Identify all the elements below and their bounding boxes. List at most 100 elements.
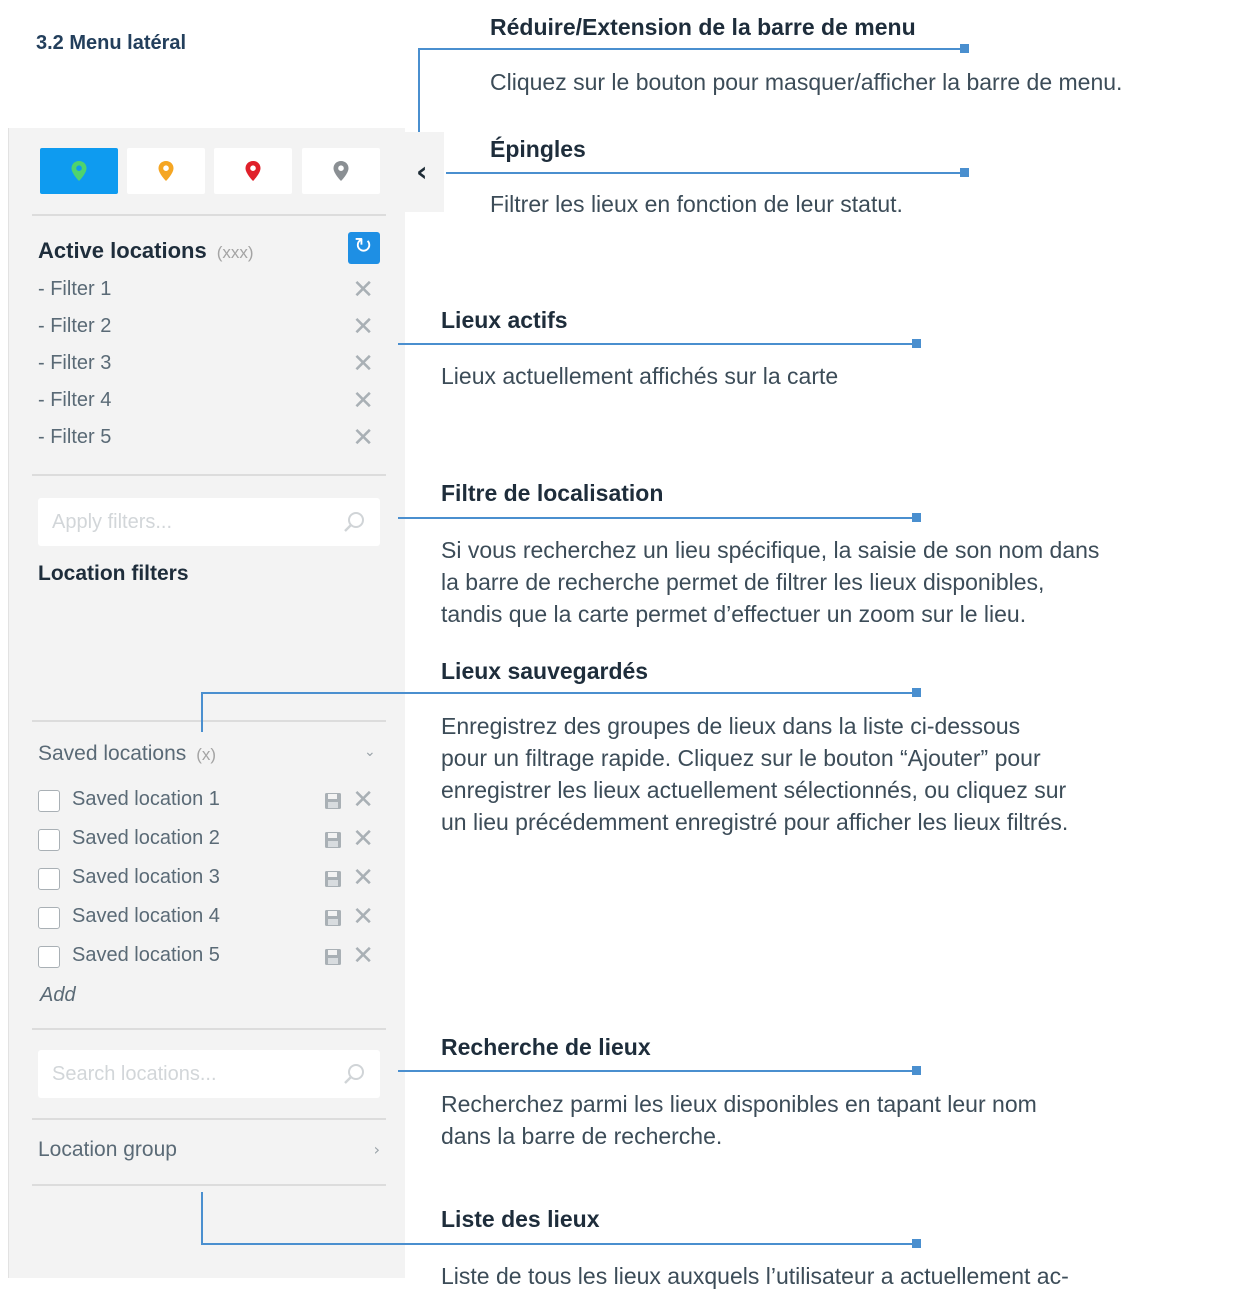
saved-location-row: Saved location 5 ✕ <box>38 941 378 974</box>
divider <box>32 1028 386 1030</box>
divider <box>32 474 386 476</box>
callout-line <box>418 48 964 50</box>
callout-line <box>201 1243 918 1245</box>
annotation-saved-title: Lieux sauvegardés <box>441 658 649 684</box>
callout-dot <box>912 1239 921 1248</box>
callout-dot <box>960 44 969 53</box>
annotation-pins-text: Filtrer les lieux en fonction de leur st… <box>490 191 903 217</box>
callout-dot <box>912 339 921 348</box>
apply-filters-input[interactable]: Apply filters... <box>38 498 380 546</box>
section-title: 3.2 Menu latéral <box>36 32 187 54</box>
save-icon[interactable] <box>324 831 342 849</box>
saved-location-row: Saved location 4 ✕ <box>38 902 378 935</box>
refresh-button[interactable]: ↻ <box>348 232 380 264</box>
callout-dot <box>912 513 921 522</box>
location-group-row[interactable]: Location group › <box>38 1138 380 1162</box>
annotation-list-title: Liste des lieux <box>441 1206 600 1232</box>
collapse-sidebar-button[interactable]: ‹ <box>404 132 444 212</box>
annotation-location-filter-line: Si vous recherchez un lieu spécifique, l… <box>441 537 1100 563</box>
saved-location-label[interactable]: Saved location 5 <box>72 944 220 967</box>
yellow-pin-icon <box>158 161 174 181</box>
active-filter-row: - Filter 2 ✕ <box>38 312 378 345</box>
saved-location-label[interactable]: Saved location 1 <box>72 788 220 811</box>
add-saved-location-link[interactable]: Add <box>40 984 76 1007</box>
pin-filter-grey[interactable] <box>302 148 380 194</box>
divider <box>32 1118 386 1120</box>
annotation-pins-title: Épingles <box>490 136 586 162</box>
chevron-left-icon: ‹ <box>416 155 428 188</box>
callout-line <box>398 517 918 519</box>
saved-location-checkbox[interactable] <box>38 829 60 851</box>
annotation-search-line: dans la barre de recherche. <box>441 1123 723 1149</box>
annotation-saved-line: un lieu précédemment enregistré pour aff… <box>441 809 1069 835</box>
annotation-search-line: Recherchez parmi les lieux disponibles e… <box>441 1091 1037 1117</box>
divider <box>32 1184 386 1186</box>
annotation-list-text: Liste de tous les lieux auxquels l’utili… <box>441 1263 1069 1289</box>
callout-dot <box>912 688 921 697</box>
callout-line <box>201 692 918 694</box>
pin-filter-green[interactable] <box>40 148 118 194</box>
saved-location-checkbox[interactable] <box>38 790 60 812</box>
annotation-location-filter-line: la barre de recherche permet de filtrer … <box>441 569 1045 595</box>
saved-location-label[interactable]: Saved location 4 <box>72 905 220 928</box>
active-locations-heading: Active locations (xxx) <box>38 238 254 264</box>
callout-line <box>398 343 918 345</box>
remove-filter-icon[interactable]: ✕ <box>352 423 374 453</box>
callout-line <box>418 48 420 132</box>
chevron-right-icon: › <box>373 1140 380 1159</box>
filter-label: - Filter 4 <box>38 389 112 411</box>
search-locations-input[interactable]: Search locations... <box>38 1050 380 1098</box>
location-filters-heading: Location filters <box>38 562 189 585</box>
delete-icon[interactable]: ✕ <box>352 941 374 971</box>
annotation-saved-line: pour un filtrage rapide. Cliquez sur le … <box>441 745 1041 771</box>
saved-locations-heading[interactable]: Saved locations (x) <box>38 742 216 766</box>
green-pin-icon <box>71 161 87 181</box>
divider <box>32 720 386 722</box>
callout-line <box>201 692 203 732</box>
saved-location-checkbox[interactable] <box>38 907 60 929</box>
callout-dot <box>912 1066 921 1075</box>
saved-location-row: Saved location 1 ✕ <box>38 785 378 818</box>
pin-filter-yellow[interactable] <box>127 148 205 194</box>
save-icon[interactable] <box>324 792 342 810</box>
saved-location-label[interactable]: Saved location 2 <box>72 827 220 850</box>
remove-filter-icon[interactable]: ✕ <box>352 349 374 379</box>
annotation-search-title: Recherche de lieux <box>441 1034 651 1060</box>
annotation-active-title: Lieux actifs <box>441 307 568 333</box>
saved-location-checkbox[interactable] <box>38 868 60 890</box>
search-icon <box>344 512 364 532</box>
delete-icon[interactable]: ✕ <box>352 863 374 893</box>
delete-icon[interactable]: ✕ <box>352 785 374 815</box>
search-locations-placeholder: Search locations... <box>52 1063 217 1085</box>
annotation-location-filter-title: Filtre de localisation <box>441 480 664 506</box>
remove-filter-icon[interactable]: ✕ <box>352 386 374 416</box>
delete-icon[interactable]: ✕ <box>352 902 374 932</box>
pin-filter-red[interactable] <box>214 148 292 194</box>
callout-line <box>446 172 964 174</box>
callout-line <box>398 1070 918 1072</box>
saved-locations-count: (x) <box>196 745 217 764</box>
active-locations-title: Active locations <box>38 238 207 263</box>
grey-pin-icon <box>333 161 349 181</box>
filter-label: - Filter 3 <box>38 352 112 374</box>
annotation-saved-line: enregistrer les lieux actuellement sélec… <box>441 777 1067 803</box>
saved-location-label[interactable]: Saved location 3 <box>72 866 220 889</box>
annotation-active-text: Lieux actuellement affichés sur la carte <box>441 363 839 389</box>
save-icon[interactable] <box>324 909 342 927</box>
active-filter-row: - Filter 5 ✕ <box>38 423 378 456</box>
chevron-down-icon[interactable]: ⌄ <box>364 744 376 760</box>
apply-filters-placeholder: Apply filters... <box>52 511 173 533</box>
annotation-collapse-text: Cliquez sur le bouton pour masquer/affic… <box>490 69 1123 95</box>
remove-filter-icon[interactable]: ✕ <box>352 312 374 342</box>
saved-location-checkbox[interactable] <box>38 946 60 968</box>
refresh-icon: ↻ <box>354 234 373 259</box>
annotation-saved-line: Enregistrez des groupes de lieux dans la… <box>441 713 1021 739</box>
saved-location-row: Saved location 3 ✕ <box>38 863 378 896</box>
save-icon[interactable] <box>324 948 342 966</box>
red-pin-icon <box>245 161 261 181</box>
delete-icon[interactable]: ✕ <box>352 824 374 854</box>
remove-filter-icon[interactable]: ✕ <box>352 275 374 305</box>
active-filter-row: - Filter 3 ✕ <box>38 349 378 382</box>
save-icon[interactable] <box>324 870 342 888</box>
active-filter-row: - Filter 1 ✕ <box>38 275 378 308</box>
